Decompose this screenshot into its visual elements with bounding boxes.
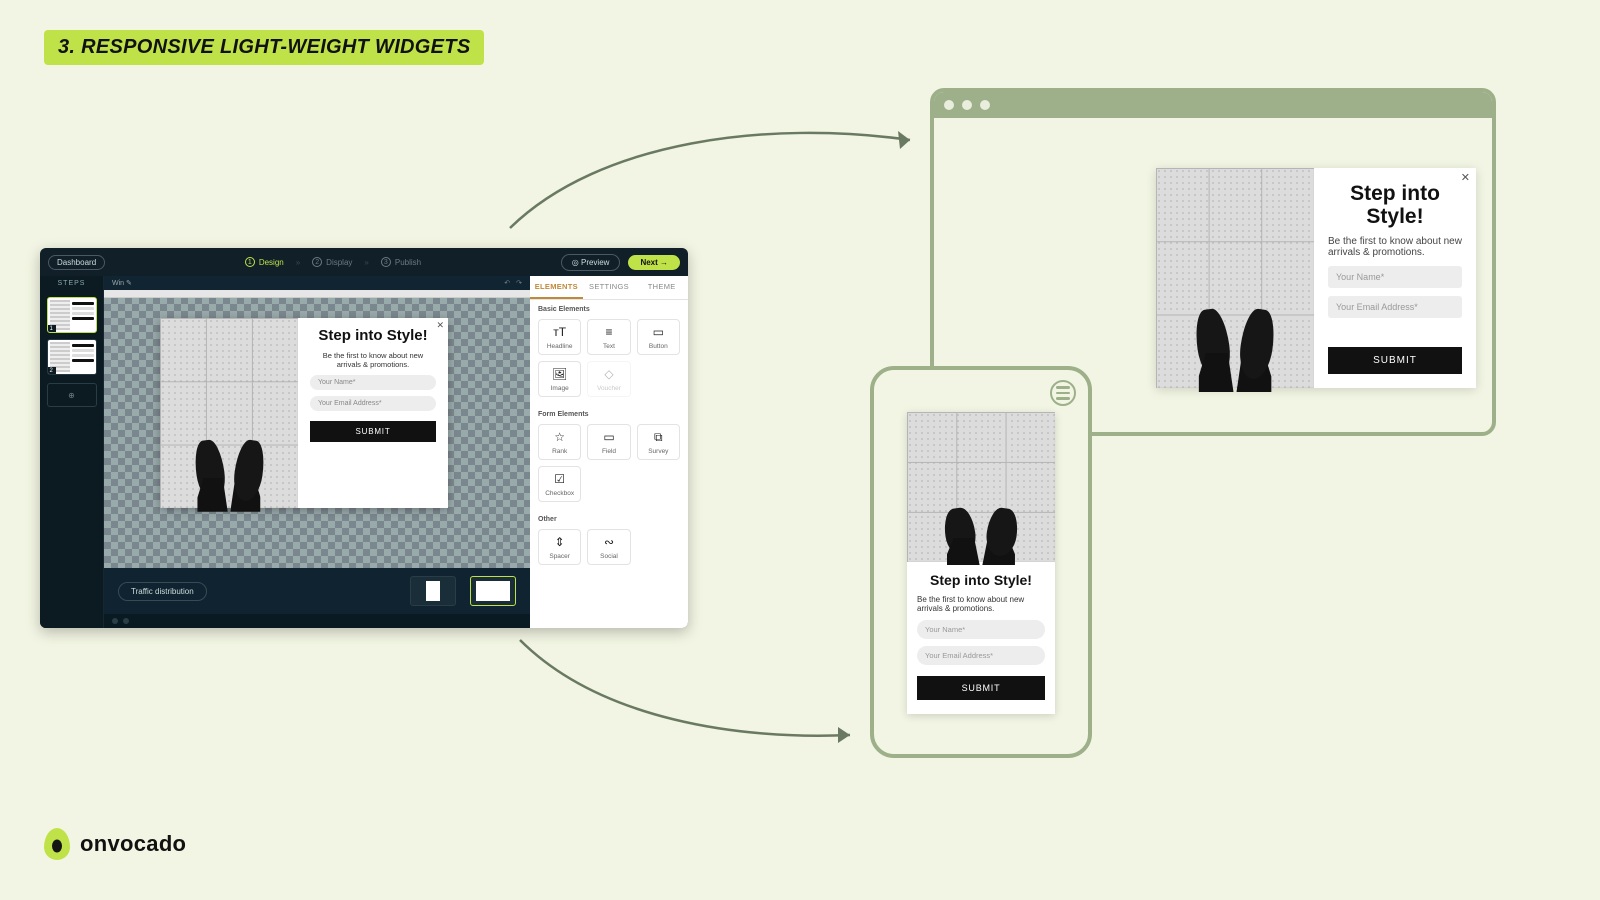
tile-field[interactable]: ▭Field [587, 424, 630, 460]
tile-image[interactable]: 🖼Image [538, 361, 581, 397]
spacer-icon: ⇕ [539, 534, 580, 550]
brand-name: onvocado [80, 831, 186, 857]
tile-button[interactable]: ▭Button [637, 319, 680, 355]
tab-elements[interactable]: ELEMENTS [530, 276, 583, 299]
tile-headline[interactable]: ᴛTHeadline [538, 319, 581, 355]
close-icon[interactable]: ✕ [436, 320, 444, 331]
submit-button[interactable]: SUBMIT [1328, 347, 1462, 374]
mobile-preview-frame: Step into Style! Be the first to know ab… [870, 366, 1092, 758]
popup-title: Step into Style! [1328, 182, 1462, 228]
section-form: Form Elements [530, 405, 688, 420]
social-icon: ∾ [588, 534, 629, 550]
hamburger-icon[interactable] [1050, 380, 1076, 406]
mobile-popup: Step into Style! Be the first to know ab… [907, 412, 1055, 714]
canvas-area: Win ✎ ↶ ↷ ✕ Step into Style! Be the firs… [104, 276, 530, 628]
tab-theme[interactable]: THEME [635, 276, 688, 299]
device-mobile-thumb[interactable] [410, 576, 456, 606]
section-basic: Basic Elements [530, 300, 688, 315]
editor-topbar: Dashboard 1Design » 2Display » 3Publish … [40, 248, 688, 276]
headline-icon: ᴛT [539, 324, 580, 340]
rank-icon: ☆ [539, 429, 580, 445]
popup-subtitle: Be the first to know about new arrivals … [1328, 236, 1462, 258]
editor-statusbar [104, 614, 530, 628]
redo-icon[interactable]: ↷ [516, 279, 522, 287]
tile-rank[interactable]: ☆Rank [538, 424, 581, 460]
popup-image [160, 318, 298, 508]
section-other: Other [530, 510, 688, 525]
voucher-icon: ◇ [588, 366, 629, 382]
close-icon[interactable]: ✕ [1461, 171, 1470, 184]
name-field[interactable]: Your Name* [310, 375, 436, 390]
avocado-icon [44, 828, 70, 860]
add-step-button[interactable]: ⊕ [47, 383, 97, 407]
browser-titlebar [934, 92, 1492, 118]
brand-logo: onvocado [44, 828, 186, 860]
canvas-footer: Traffic distribution [104, 568, 530, 614]
survey-icon: ⧉ [638, 429, 679, 445]
popup-title: Step into Style! [310, 328, 436, 345]
submit-button[interactable]: SUBMIT [917, 676, 1045, 700]
wizard-step-display[interactable]: 2Display [312, 257, 352, 267]
email-field[interactable]: Your Email Address* [1328, 296, 1462, 318]
wizard-step-publish[interactable]: 3Publish [381, 257, 421, 267]
desktop-popup: ✕ Step into Style! Be the first to know … [1156, 168, 1476, 388]
email-field[interactable]: Your Email Address* [310, 396, 436, 411]
tile-social[interactable]: ∾Social [587, 529, 630, 565]
text-icon: ≡ [588, 324, 629, 340]
wizard-steps: 1Design » 2Display » 3Publish [245, 257, 421, 267]
tile-voucher: ◇Voucher [587, 361, 630, 397]
button-icon: ▭ [638, 324, 679, 340]
traffic-distribution-button[interactable]: Traffic distribution [118, 582, 207, 601]
canvas-title[interactable]: Win ✎ [112, 279, 132, 287]
dashboard-link[interactable]: Dashboard [48, 255, 105, 270]
steps-header: STEPS [58, 276, 86, 291]
tile-text[interactable]: ≡Text [587, 319, 630, 355]
name-field[interactable]: Your Name* [1328, 266, 1462, 288]
name-field[interactable]: Your Name* [917, 620, 1045, 639]
popup-title: Step into Style! [917, 572, 1045, 588]
tile-checkbox[interactable]: ☑Checkbox [538, 466, 581, 502]
step-thumb-2[interactable]: 2 [47, 339, 97, 375]
panel-tabs: ELEMENTS SETTINGS THEME [530, 276, 688, 300]
image-icon: 🖼 [539, 366, 580, 382]
canvas-ruler [104, 290, 530, 298]
checkbox-icon: ☑ [539, 471, 580, 487]
popup-subtitle: Be the first to know about new arrivals … [310, 351, 436, 369]
device-desktop-thumb[interactable] [470, 576, 516, 606]
canvas-toolbar: Win ✎ ↶ ↷ [104, 276, 530, 290]
elements-panel: ELEMENTS SETTINGS THEME Basic Elements ᴛ… [530, 276, 688, 628]
tile-survey[interactable]: ⧉Survey [637, 424, 680, 460]
slide-headline: 3. RESPONSIVE LIGHT-WEIGHT WIDGETS [44, 30, 484, 65]
undo-icon[interactable]: ↶ [504, 279, 510, 287]
popup-widget[interactable]: ✕ Step into Style! Be the first to know … [160, 318, 448, 508]
popup-image [1156, 168, 1314, 388]
submit-button[interactable]: SUBMIT [310, 421, 436, 442]
steps-sidebar: STEPS 1 2 ⊕ [40, 276, 104, 628]
popup-image [907, 412, 1055, 562]
email-field[interactable]: Your Email Address* [917, 646, 1045, 665]
step-thumb-1[interactable]: 1 [47, 297, 97, 333]
next-button[interactable]: Next → [628, 255, 680, 270]
preview-button[interactable]: ◎ Preview [561, 254, 621, 271]
tab-settings[interactable]: SETTINGS [583, 276, 636, 299]
popup-subtitle: Be the first to know about new arrivals … [917, 595, 1045, 613]
field-icon: ▭ [588, 429, 629, 445]
canvas-stage[interactable]: ✕ Step into Style! Be the first to know … [104, 290, 530, 568]
widget-editor-app: Dashboard 1Design » 2Display » 3Publish … [40, 248, 688, 628]
wizard-step-design[interactable]: 1Design [245, 257, 284, 267]
tile-spacer[interactable]: ⇕Spacer [538, 529, 581, 565]
